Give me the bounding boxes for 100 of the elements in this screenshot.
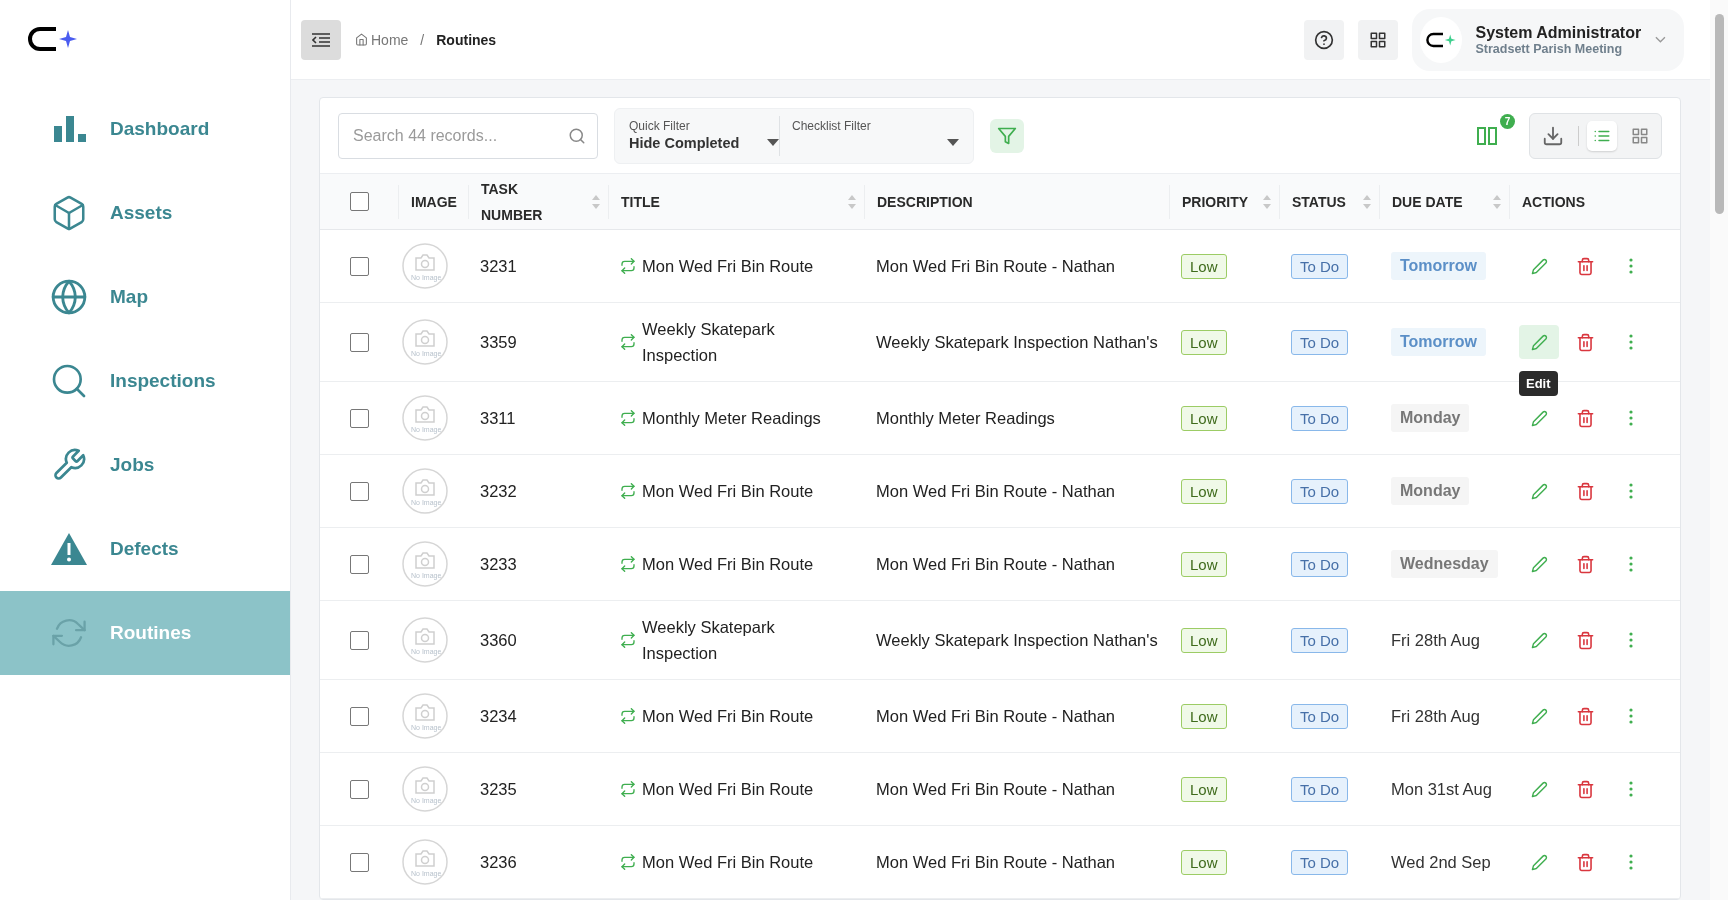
- priority-tag: Low: [1181, 776, 1227, 802]
- due-date: Wed 2nd Sep: [1391, 852, 1491, 872]
- task-title: Monthly Meter Readings: [642, 408, 821, 429]
- status-tag: To Do: [1291, 405, 1349, 431]
- trash-icon: [1575, 332, 1595, 352]
- row-checkbox[interactable]: [349, 554, 369, 574]
- row-checkbox[interactable]: [349, 332, 369, 352]
- repeat-icon: [620, 781, 636, 797]
- row-checkbox[interactable]: [349, 256, 369, 276]
- due-date: Wednesday: [1391, 550, 1498, 578]
- sidebar-item[interactable]: Jobs: [0, 423, 290, 507]
- task-title: Mon Wed Fri Bin Route: [642, 554, 814, 575]
- trash-icon: [1575, 630, 1595, 650]
- pencil-icon: [1530, 409, 1548, 427]
- user-name: System Administrator: [1475, 23, 1642, 42]
- column-header[interactable]: TITLE: [621, 188, 660, 215]
- row-checkbox[interactable]: [349, 408, 369, 428]
- priority-tag: Low: [1181, 405, 1227, 431]
- quick-filter-dropdown[interactable]: Quick Filter Hide Completed: [629, 115, 779, 156]
- select-all-checkbox[interactable]: [349, 192, 369, 212]
- task-number: 3236: [480, 852, 517, 873]
- row-checkbox[interactable]: [349, 630, 369, 650]
- more-icon: [1629, 556, 1633, 572]
- breadcrumb-separator: /: [420, 31, 425, 48]
- column-header: DESCRIPTION: [877, 192, 973, 212]
- breadcrumb-link[interactable]: Home: [355, 31, 409, 48]
- sidebar-item[interactable]: Defects: [0, 507, 290, 591]
- priority-tag: Low: [1181, 478, 1227, 504]
- user-menu[interactable]: System Administrator Stradsett Parish Meeting: [1412, 8, 1684, 71]
- due-date: Monday: [1391, 477, 1470, 505]
- repeat-icon: [620, 854, 636, 870]
- pencil-icon: [1530, 555, 1548, 573]
- task-number: 3235: [480, 779, 517, 800]
- scrollbar[interactable]: [1710, 0, 1728, 900]
- more-icon: [1629, 410, 1633, 426]
- repeat-icon: [620, 258, 636, 274]
- bar-chart-icon: [52, 116, 86, 142]
- pencil-icon: [1530, 257, 1548, 275]
- sort-icon[interactable]: [848, 194, 856, 209]
- pencil-icon: [1530, 631, 1548, 649]
- repeat-icon: [620, 483, 636, 499]
- sort-icon[interactable]: [1263, 194, 1271, 209]
- edit-button[interactable]: [1519, 325, 1559, 359]
- task-number: 3233: [480, 554, 517, 575]
- task-title: Mon Wed Fri Bin Route: [642, 779, 814, 800]
- sidebar-item[interactable]: Assets: [0, 171, 290, 255]
- list-view-button[interactable]: [1587, 120, 1617, 151]
- task-number: 3231: [480, 256, 517, 277]
- repeat-icon: [620, 410, 636, 426]
- more-icon: [1629, 483, 1633, 499]
- row-checkbox[interactable]: [349, 706, 369, 726]
- priority-tag: Low: [1181, 253, 1227, 279]
- row-checkbox[interactable]: [349, 852, 369, 872]
- tool-icon: [51, 447, 87, 483]
- status-tag: To Do: [1291, 703, 1349, 729]
- sort-icon[interactable]: [592, 194, 600, 209]
- due-date: Monday: [1391, 404, 1470, 432]
- column-header[interactable]: TASK NUMBER: [481, 175, 561, 228]
- filter-icon: [997, 125, 1017, 146]
- pencil-icon: [1530, 707, 1548, 725]
- repeat-icon: [620, 334, 636, 350]
- more-icon: [1629, 781, 1633, 797]
- due-date: Fri 28th Aug: [1391, 706, 1480, 726]
- sort-icon[interactable]: [1493, 194, 1501, 209]
- column-header[interactable]: STATUS: [1292, 188, 1346, 215]
- task-description: Mon Wed Fri Bin Route - Nathan: [876, 481, 1116, 502]
- chevron-icon: [1655, 36, 1666, 43]
- warning-icon: [50, 532, 88, 566]
- no-image-icon: [402, 319, 448, 365]
- sidebar-item[interactable]: Inspections: [0, 339, 290, 423]
- logo-icon: [1425, 30, 1457, 49]
- task-description: Mon Wed Fri Bin Route - Nathan: [876, 256, 1116, 277]
- column-header[interactable]: DUE DATE: [1392, 188, 1463, 215]
- caret-icon[interactable]: [947, 138, 959, 147]
- more-icon: [1629, 258, 1633, 274]
- globe-icon: [50, 278, 88, 316]
- trash-icon: [1575, 554, 1595, 574]
- caret-icon[interactable]: [767, 138, 779, 147]
- row-checkbox[interactable]: [349, 481, 369, 501]
- trash-icon: [1575, 256, 1595, 276]
- sort-icon[interactable]: [1363, 194, 1371, 209]
- menu-toggle-button[interactable]: [301, 19, 341, 60]
- due-date: Tomorrow: [1391, 252, 1487, 280]
- trash-icon: [1575, 779, 1595, 799]
- more-icon: [1629, 632, 1633, 648]
- column-header[interactable]: PRIORITY: [1182, 188, 1249, 215]
- task-description: Monthly Meter Readings: [876, 408, 1055, 429]
- help-button[interactable]: [1304, 19, 1344, 60]
- apps-button[interactable]: [1358, 19, 1398, 60]
- priority-tag: Low: [1181, 329, 1227, 355]
- priority-tag: Low: [1181, 703, 1227, 729]
- checklist-filter-dropdown[interactable]: Checklist Filter: [779, 115, 959, 156]
- search-field[interactable]: Search 44 records...: [338, 112, 598, 159]
- sidebar-item[interactable]: Dashboard: [0, 87, 290, 171]
- no-image-icon: [402, 766, 448, 812]
- breadcrumb-current: Routines: [436, 31, 497, 48]
- task-title: Mon Wed Fri Bin Route: [642, 852, 814, 873]
- filter-button[interactable]: [990, 118, 1024, 153]
- sidebar-item[interactable]: Map: [0, 255, 290, 339]
- row-checkbox[interactable]: [349, 779, 369, 799]
